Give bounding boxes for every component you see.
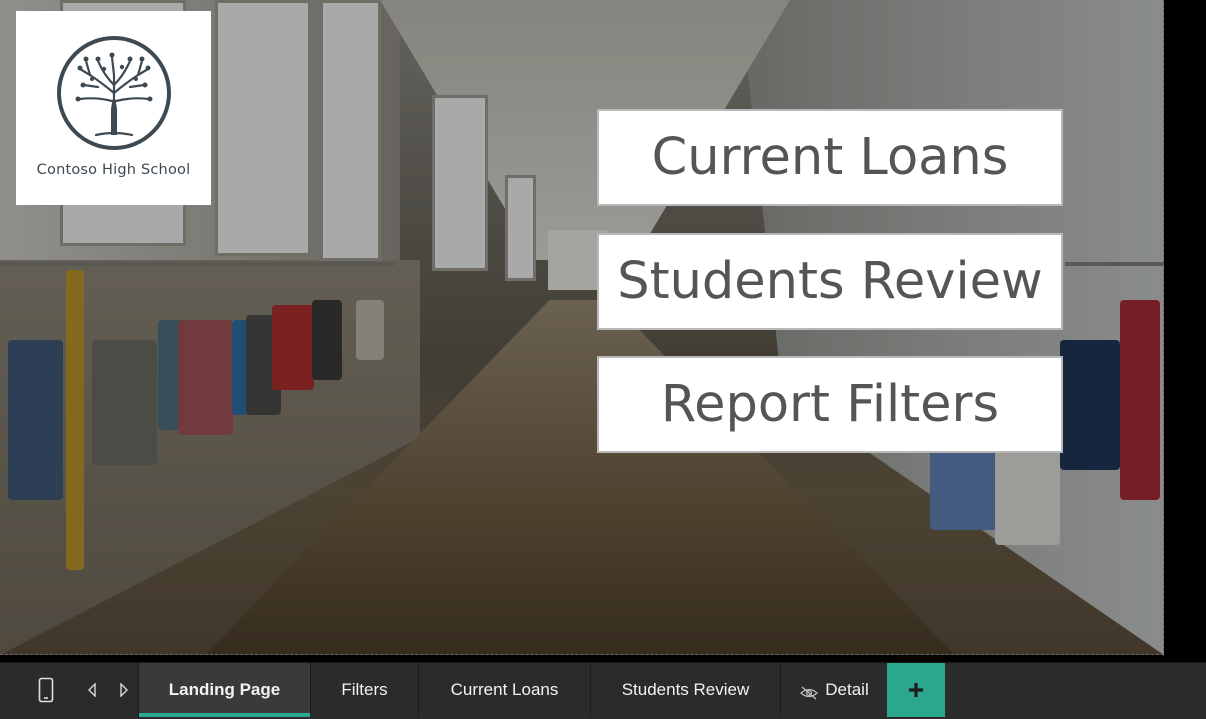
hanging-bag: [8, 340, 63, 500]
mobile-layout-button[interactable]: [30, 663, 62, 717]
window: [320, 0, 381, 261]
canvas-border: [0, 654, 1164, 655]
plus-icon: [909, 683, 923, 697]
coat-hook-bar: [1065, 262, 1164, 266]
school-logo: Contoso High School: [16, 11, 211, 205]
tree-emblem-icon: [57, 36, 171, 150]
next-page-button[interactable]: [112, 663, 136, 717]
hanging-bag: [312, 300, 342, 380]
school-name: Contoso High School: [36, 162, 191, 178]
window: [215, 0, 311, 256]
hanging-bag: [272, 305, 314, 390]
tab-detail[interactable]: Detail: [780, 663, 887, 717]
chevron-left-icon: [88, 683, 96, 697]
eye-slash-icon: [800, 686, 819, 700]
page-tab-bar: Landing Page Filters Current Loans Stude…: [0, 662, 1206, 719]
hanging-bag: [1060, 340, 1120, 470]
tab-label: Filters: [341, 680, 388, 699]
hanging-umbrella: [66, 270, 84, 570]
hanging-bag: [356, 300, 384, 360]
window: [432, 95, 488, 271]
previous-page-button[interactable]: [80, 663, 104, 717]
tab-label: Landing Page: [168, 680, 281, 699]
tab-landing-page[interactable]: Landing Page: [138, 663, 310, 717]
coat-hook-bar: [0, 262, 395, 266]
tab-students-review[interactable]: Students Review: [590, 663, 780, 717]
chevron-right-icon: [120, 683, 128, 697]
tab-label: Detail: [825, 680, 869, 699]
hanging-bag: [930, 450, 1000, 530]
mobile-layout-icon: [38, 677, 54, 703]
current-loans-button[interactable]: Current Loans: [597, 109, 1063, 206]
students-review-button[interactable]: Students Review: [597, 233, 1063, 330]
report-filters-button[interactable]: Report Filters: [597, 356, 1063, 453]
add-page-button[interactable]: [887, 663, 945, 717]
tab-filters[interactable]: Filters: [310, 663, 418, 717]
hanging-bag: [1120, 300, 1160, 500]
tab-label: Students Review: [621, 680, 750, 699]
hanging-bag: [92, 340, 157, 465]
tab-current-loans[interactable]: Current Loans: [418, 663, 590, 717]
canvas-border: [1163, 0, 1164, 656]
tab-label: Current Loans: [450, 680, 559, 699]
hanging-bag: [995, 450, 1060, 545]
window: [505, 175, 536, 281]
hanging-bag: [178, 320, 233, 435]
